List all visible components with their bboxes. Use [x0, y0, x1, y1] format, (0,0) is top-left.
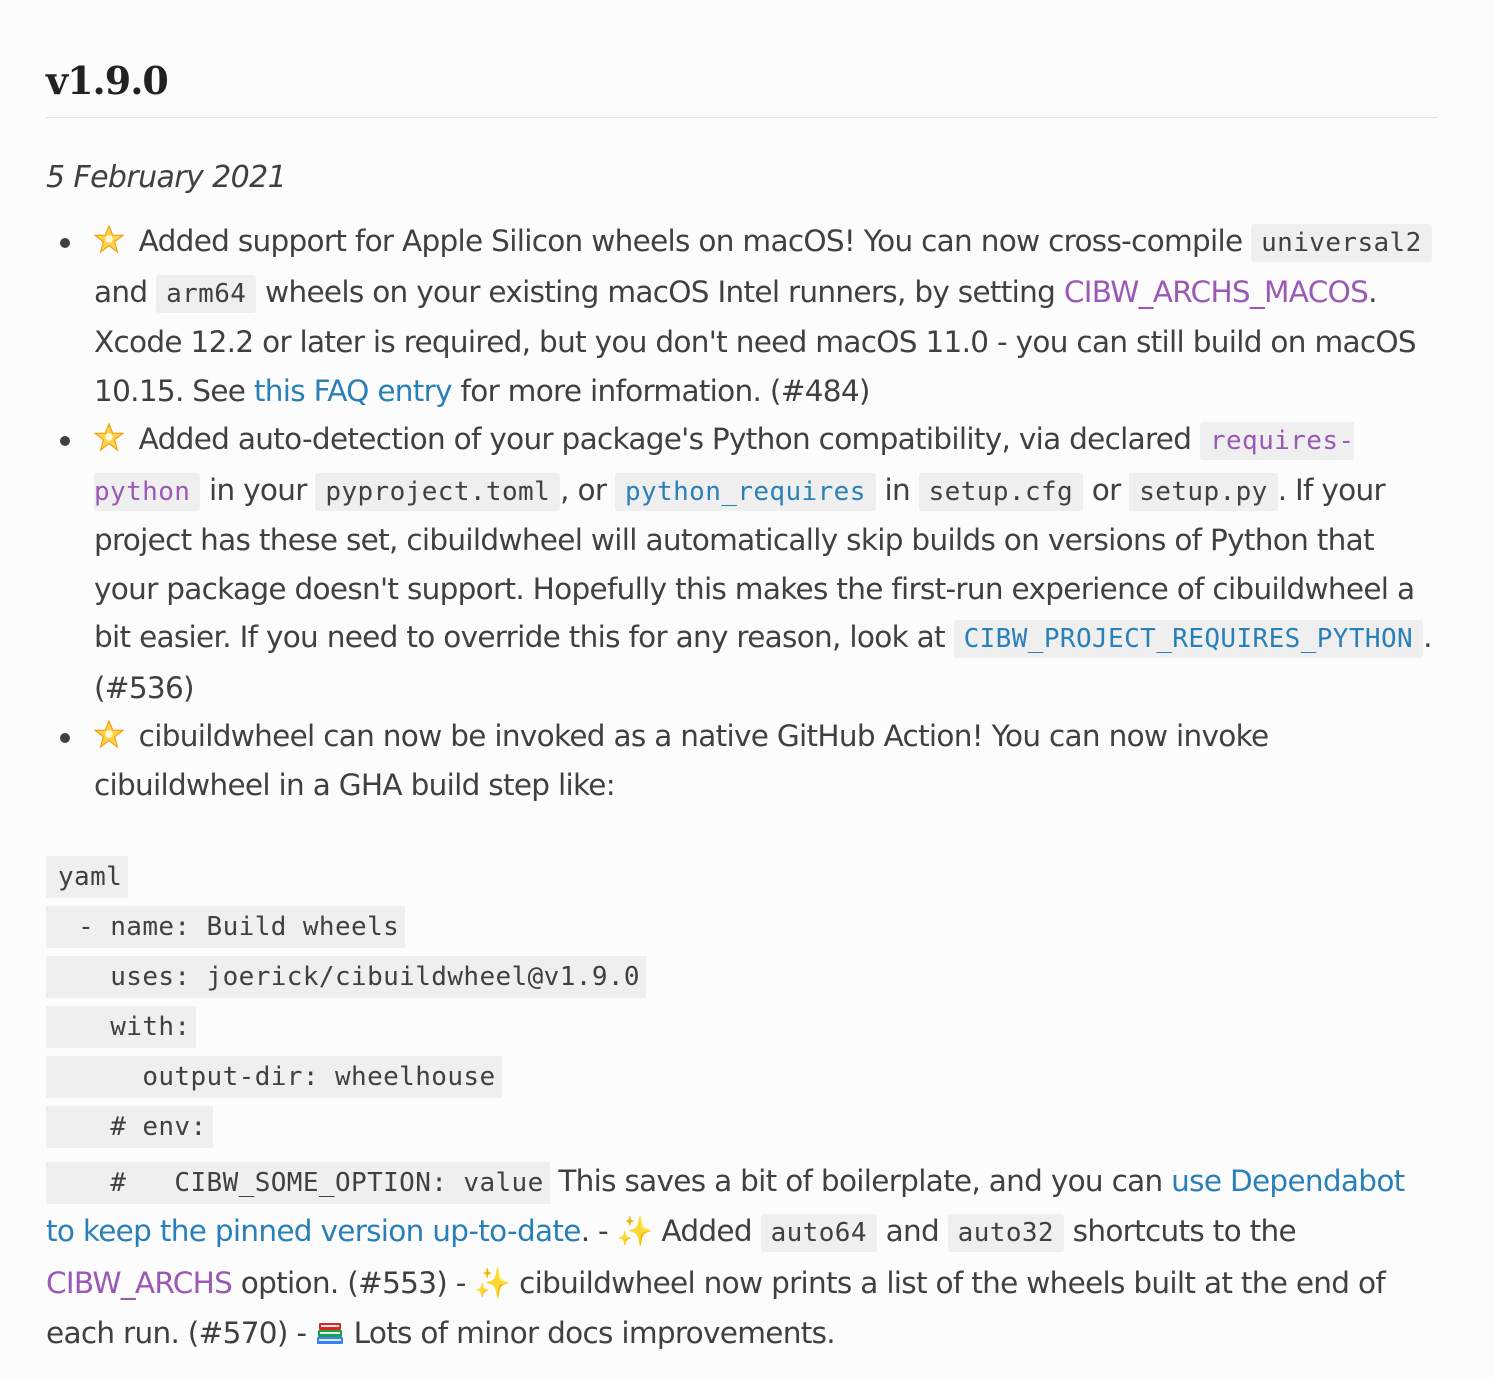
- link-faq-entry[interactable]: this FAQ entry: [254, 374, 453, 408]
- changelog-section: v1.9.0 5 February 2021 Added support for…: [0, 0, 1494, 1358]
- code-line: yaml: [46, 856, 129, 898]
- code-arm64: arm64: [156, 274, 257, 313]
- code-universal2: universal2: [1251, 224, 1432, 262]
- code-auto64: auto64: [760, 1214, 877, 1252]
- release-date: 5 February 2021: [46, 160, 287, 195]
- glowing-star-icon: [94, 224, 124, 254]
- changes-list: Added support for Apple Silicon wheels o…: [46, 217, 1438, 809]
- code-auto32: auto32: [947, 1214, 1064, 1252]
- version-heading: v1.9.0: [46, 58, 1438, 118]
- sparkles-icon: ✨: [474, 1266, 511, 1300]
- code-line: output-dir: wheelhouse: [46, 1056, 502, 1098]
- list-item: cibuildwheel can now be invoked as a nat…: [60, 712, 1438, 809]
- code-line: # CIBW_SOME_OPTION: value: [46, 1162, 550, 1204]
- yaml-code-block: yaml - name: Build wheels uses: joerick/…: [46, 856, 1438, 1358]
- sparkles-icon: ✨: [616, 1214, 654, 1248]
- code-pyproject-toml: pyproject.toml: [315, 472, 561, 511]
- code-setup-cfg: setup.cfg: [918, 472, 1084, 511]
- link-cibw-project-requires-python[interactable]: CIBW_PROJECT_REQUIRES_PYTHON: [953, 620, 1424, 658]
- glowing-star-icon: [94, 422, 124, 452]
- code-line: # env:: [46, 1106, 213, 1148]
- list-item: Added auto-detection of your package's P…: [60, 415, 1438, 712]
- list-item: Added support for Apple Silicon wheels o…: [60, 217, 1438, 415]
- code-setup-py: setup.py: [1129, 472, 1278, 511]
- glowing-star-icon: [94, 719, 124, 749]
- tail-paragraph: # CIBW_SOME_OPTION: value This saves a b…: [46, 1162, 1405, 1350]
- code-line: - name: Build wheels: [46, 906, 406, 948]
- code-line: uses: joerick/cibuildwheel@v1.9.0: [46, 956, 646, 998]
- link-cibw-archs-macos[interactable]: CIBW_ARCHS_MACOS: [1064, 275, 1369, 309]
- books-icon: [315, 1312, 345, 1344]
- link-python-requires[interactable]: python_requires: [614, 472, 876, 511]
- link-cibw-archs[interactable]: CIBW_ARCHS: [46, 1266, 233, 1300]
- code-line: with:: [46, 1006, 197, 1048]
